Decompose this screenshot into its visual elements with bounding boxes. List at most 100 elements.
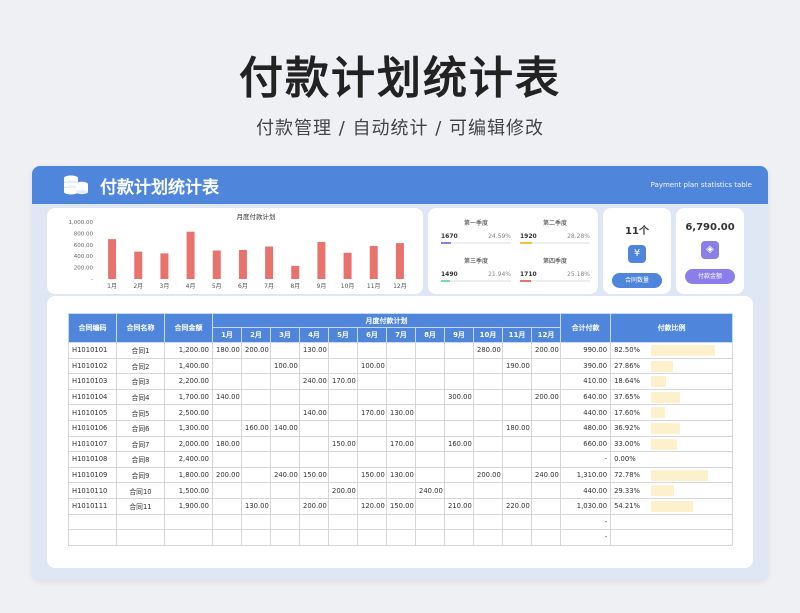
cell-month[interactable]: 170.00 — [357, 404, 387, 421]
cell-month[interactable] — [299, 482, 329, 499]
cell-amount[interactable]: 1,800.00 — [164, 466, 213, 484]
cell-code[interactable]: H1010108 — [68, 451, 117, 468]
cell-ratio[interactable]: 72.78% — [610, 466, 734, 484]
cell-month[interactable]: 210.00 — [444, 497, 474, 515]
cell-month[interactable] — [444, 419, 474, 437]
cell-month[interactable]: 240.00 — [415, 482, 445, 499]
cell-month[interactable] — [357, 451, 387, 468]
cell-total[interactable]: 410.00 — [560, 373, 612, 390]
cell-month[interactable] — [473, 451, 503, 468]
cell-month[interactable] — [386, 373, 416, 390]
cell-month[interactable] — [502, 404, 532, 421]
cell-code[interactable] — [68, 513, 117, 531]
cell-month[interactable] — [270, 388, 300, 406]
cell-code[interactable]: H1010101 — [68, 342, 117, 359]
cell-month[interactable] — [328, 529, 358, 546]
cell-month[interactable] — [415, 373, 445, 390]
cell-month[interactable] — [444, 357, 474, 375]
cell-month[interactable]: 130.00 — [241, 497, 271, 515]
cell-month[interactable] — [415, 419, 445, 437]
cell-code[interactable]: H1010106 — [68, 419, 117, 437]
cell-amount[interactable]: 2,000.00 — [164, 435, 213, 453]
cell-month[interactable] — [212, 419, 242, 437]
cell-month[interactable]: 200.00 — [473, 466, 503, 484]
cell-month[interactable] — [241, 404, 271, 421]
cell-month[interactable] — [444, 482, 474, 499]
cell-code[interactable]: H1010111 — [68, 497, 117, 515]
cell-month[interactable] — [502, 466, 532, 484]
cell-name[interactable]: 合同6 — [116, 419, 165, 437]
cell-month[interactable]: 170.00 — [328, 373, 358, 390]
cell-name[interactable]: 合同2 — [116, 357, 165, 375]
cell-month[interactable] — [357, 419, 387, 437]
cell-month[interactable] — [386, 388, 416, 406]
cell-month[interactable] — [241, 513, 271, 531]
cell-month[interactable] — [502, 435, 532, 453]
cell-amount[interactable]: 1,300.00 — [164, 419, 213, 437]
cell-month[interactable] — [357, 342, 387, 359]
cell-month[interactable] — [328, 357, 358, 375]
cell-total[interactable]: 480.00 — [560, 419, 612, 437]
cell-ratio[interactable] — [610, 513, 734, 531]
cell-amount[interactable]: 1,700.00 — [164, 388, 213, 406]
cell-month[interactable]: 120.00 — [357, 497, 387, 515]
cell-month[interactable]: 150.00 — [386, 497, 416, 515]
cell-month[interactable]: 300.00 — [444, 388, 474, 406]
cell-month[interactable] — [502, 388, 532, 406]
cell-month[interactable] — [212, 451, 242, 468]
cell-ratio[interactable] — [610, 529, 734, 546]
cell-month[interactable] — [502, 513, 532, 531]
cell-month[interactable] — [270, 342, 300, 359]
cell-month[interactable] — [270, 373, 300, 390]
cell-month[interactable] — [473, 497, 503, 515]
cell-code[interactable]: H1010103 — [68, 373, 117, 390]
cell-month[interactable] — [415, 435, 445, 453]
cell-month[interactable] — [386, 357, 416, 375]
cell-month[interactable]: 180.00 — [212, 435, 242, 453]
cell-month[interactable] — [328, 419, 358, 437]
cell-month[interactable] — [241, 529, 271, 546]
cell-month[interactable] — [415, 529, 445, 546]
cell-month[interactable] — [444, 404, 474, 421]
cell-month[interactable] — [444, 342, 474, 359]
cell-code[interactable]: H1010104 — [68, 388, 117, 406]
cell-month[interactable] — [328, 451, 358, 468]
cell-month[interactable] — [386, 529, 416, 546]
cell-month[interactable]: 240.00 — [530, 466, 562, 484]
cell-total[interactable]: 440.00 — [560, 482, 612, 499]
cell-total[interactable]: - — [560, 513, 612, 531]
cell-month[interactable]: 100.00 — [357, 357, 387, 375]
cell-month[interactable] — [212, 497, 242, 515]
cell-month[interactable] — [386, 513, 416, 531]
cell-code[interactable]: H1010102 — [68, 357, 117, 375]
cell-month[interactable] — [530, 529, 562, 546]
cell-month[interactable] — [328, 388, 358, 406]
cell-ratio[interactable]: 29.33% — [610, 482, 734, 499]
cell-month[interactable] — [530, 419, 562, 437]
cell-name[interactable] — [116, 529, 165, 546]
cell-ratio[interactable]: 0.00% — [610, 451, 734, 468]
cell-month[interactable] — [212, 357, 242, 375]
cell-month[interactable]: 130.00 — [299, 342, 329, 359]
cell-month[interactable] — [357, 373, 387, 390]
cell-month[interactable] — [299, 513, 329, 531]
cell-month[interactable] — [386, 451, 416, 468]
cell-name[interactable]: 合同11 — [116, 497, 165, 515]
cell-amount[interactable]: 1,900.00 — [164, 497, 213, 515]
cell-total[interactable]: 660.00 — [560, 435, 612, 453]
cell-name[interactable]: 合同8 — [116, 451, 165, 468]
cell-amount[interactable]: 2,200.00 — [164, 373, 213, 390]
cell-month[interactable]: 190.00 — [502, 357, 532, 375]
cell-month[interactable] — [270, 404, 300, 421]
cell-month[interactable] — [386, 342, 416, 359]
cell-code[interactable]: H1010107 — [68, 435, 117, 453]
cell-month[interactable] — [530, 497, 562, 515]
cell-month[interactable] — [415, 497, 445, 515]
cell-ratio[interactable]: 17.60% — [610, 404, 734, 421]
cell-month[interactable]: 180.00 — [212, 342, 242, 359]
cell-month[interactable]: 140.00 — [299, 404, 329, 421]
cell-month[interactable] — [241, 451, 271, 468]
cell-total[interactable]: 640.00 — [560, 388, 612, 406]
cell-month[interactable] — [241, 388, 271, 406]
cell-month[interactable] — [415, 357, 445, 375]
